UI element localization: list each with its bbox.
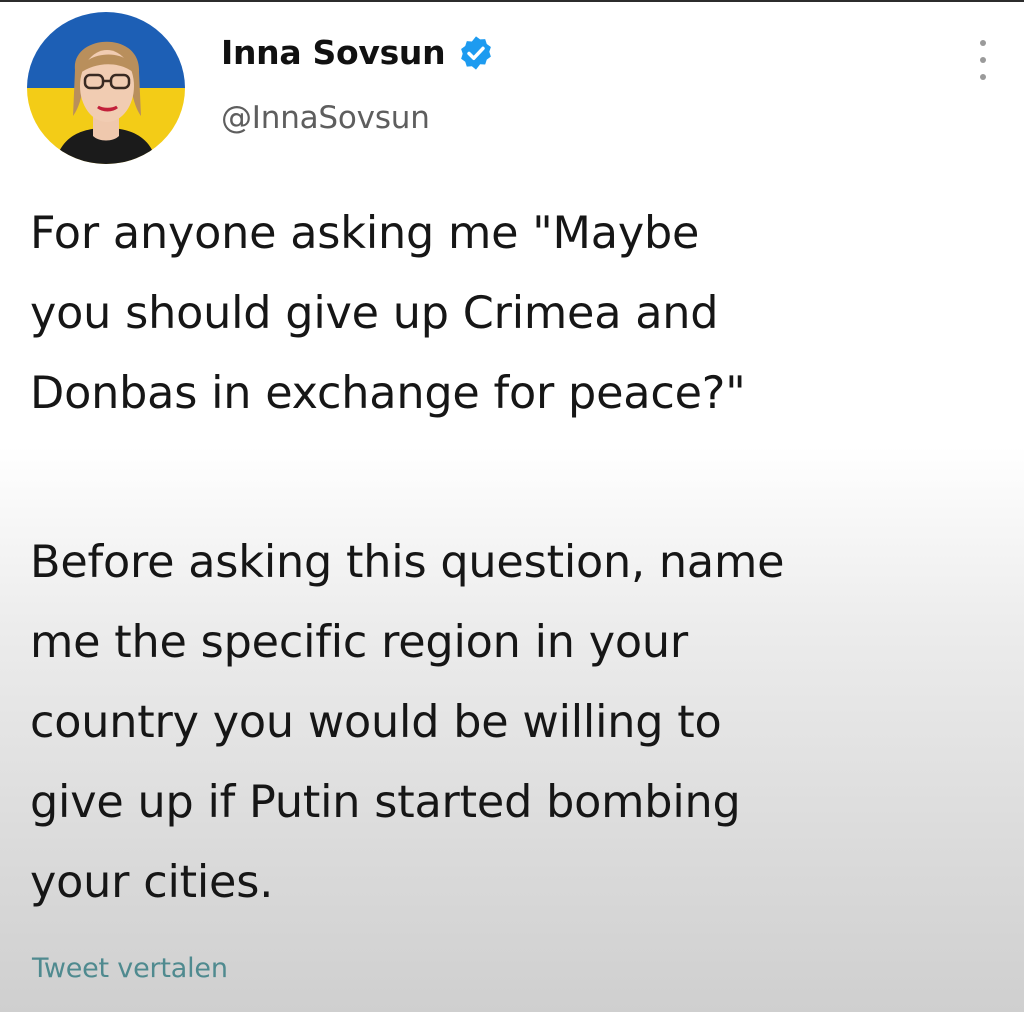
- more-dot: [980, 40, 986, 46]
- more-vertical-icon[interactable]: [972, 40, 994, 80]
- more-dot: [980, 74, 986, 80]
- tweet-card: Inna Sovsun @InnaSovsun For anyone askin…: [0, 0, 1024, 1012]
- tweet-text-line: Before asking this question, name: [30, 537, 785, 588]
- tweet-text-line: me the specific region in your: [30, 617, 688, 668]
- author-name[interactable]: Inna Sovsun: [221, 33, 446, 72]
- author-name-row: Inna Sovsun: [221, 33, 495, 72]
- tweet-text-line: you should give up Crimea and: [30, 288, 719, 339]
- tweet-text-line: For anyone asking me "Maybe: [30, 208, 700, 259]
- verified-badge-icon: [461, 35, 492, 70]
- avatar[interactable]: [27, 12, 185, 164]
- more-dot: [980, 57, 986, 63]
- tweet-text-line: give up if Putin started bombing: [30, 777, 741, 828]
- tweet-text-line: Donbas in exchange for peace?": [30, 368, 746, 419]
- translate-tweet-link[interactable]: Tweet vertalen: [32, 953, 228, 984]
- tweet-text-line: your cities.: [30, 857, 274, 908]
- tweet-text-line: country you would be willing to: [30, 697, 722, 748]
- author-handle[interactable]: @InnaSovsun: [221, 100, 430, 136]
- tweet-text-paragraph-2: Before asking this question, name me the…: [30, 523, 1005, 923]
- avatar-image: [27, 12, 185, 164]
- tweet-text-paragraph-1: For anyone asking me "Maybe you should g…: [30, 194, 1005, 434]
